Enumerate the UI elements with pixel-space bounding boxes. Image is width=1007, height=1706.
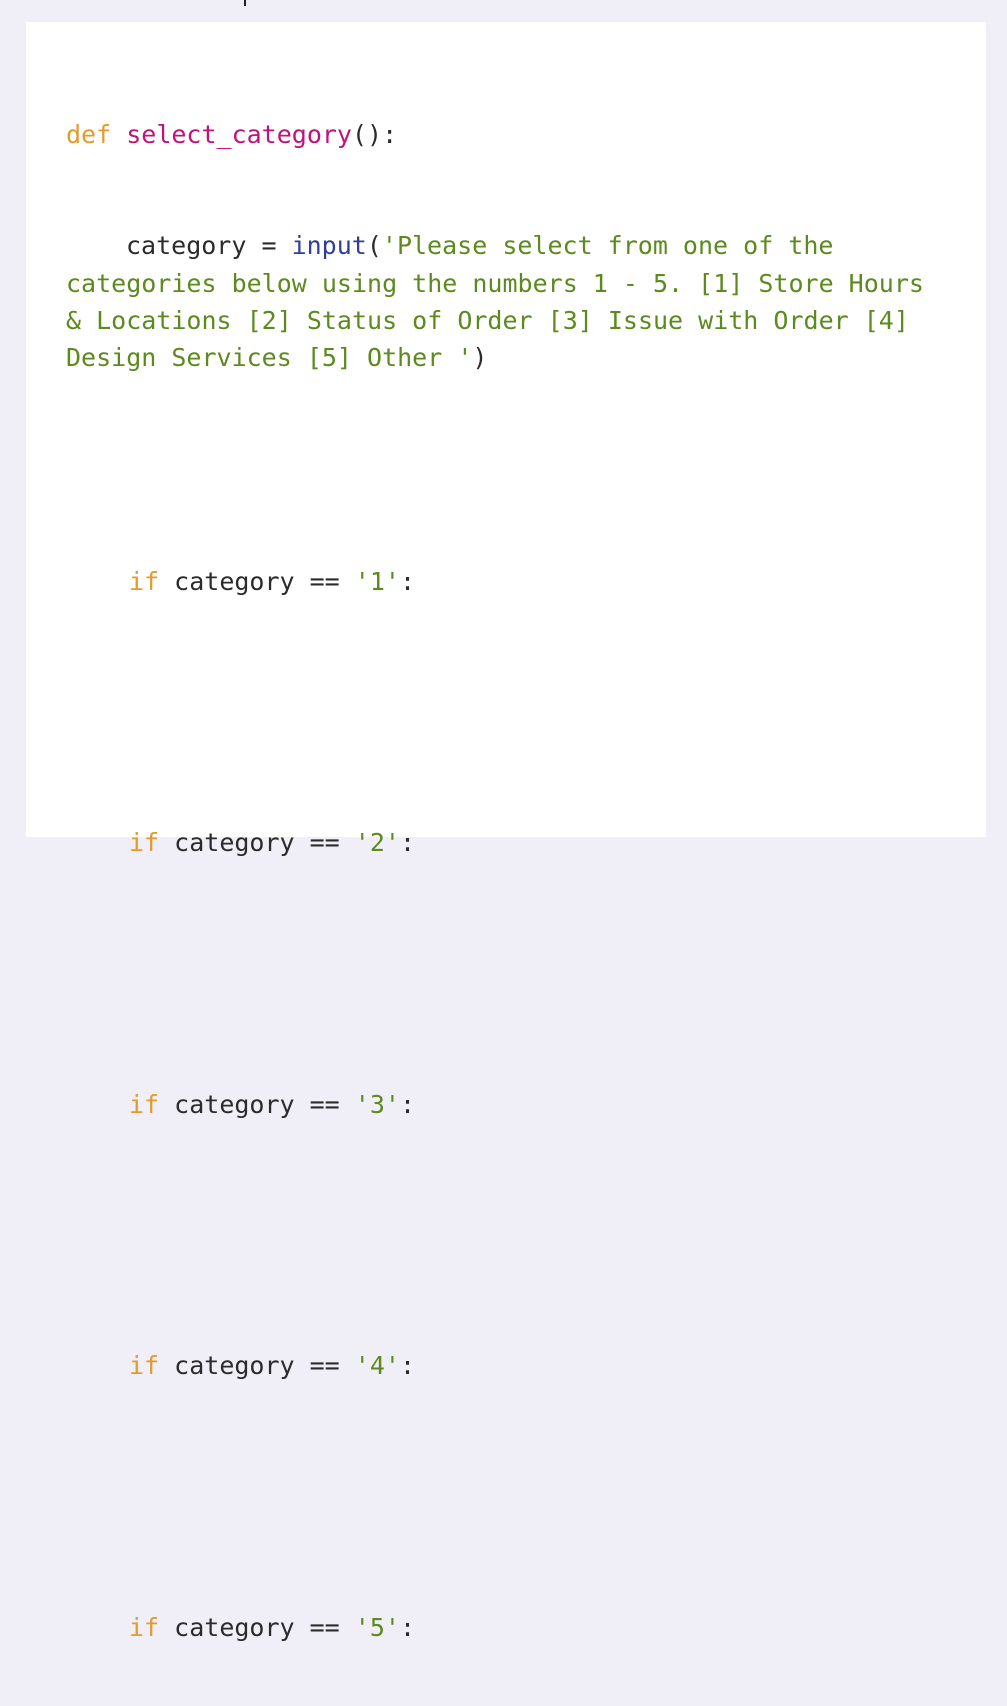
- if-colon: :: [399, 1612, 415, 1642]
- paren-open: (: [366, 231, 382, 261]
- if-condition: category ==: [159, 1351, 355, 1381]
- if-colon: :: [399, 1351, 415, 1381]
- paren-close: ): [472, 343, 488, 373]
- if-keyword: if: [129, 1612, 160, 1642]
- code-line-def: def select_category():: [66, 116, 946, 153]
- if-condition: category ==: [159, 1089, 355, 1119]
- if-keyword: if: [129, 566, 160, 596]
- def-keyword: def: [66, 119, 112, 149]
- if-keyword: if: [129, 1351, 160, 1381]
- blank-lines: [66, 1459, 946, 1534]
- blank-lines: [66, 936, 946, 1011]
- input-function: input: [291, 231, 367, 261]
- if-condition: category ==: [159, 1612, 355, 1642]
- code-line-if-4: if category == '4':: [66, 1347, 946, 1384]
- blank-lines: [66, 675, 946, 750]
- code-block: def select_category(): category = input(…: [26, 22, 986, 1642]
- if-condition: category ==: [159, 566, 355, 596]
- if-colon: :: [399, 1089, 415, 1119]
- if-value: '5': [354, 1612, 400, 1642]
- code-line-if-2: if category == '2':: [66, 824, 946, 861]
- blank-lines: [66, 1198, 946, 1273]
- scroll-edge-mark: [244, 0, 246, 6]
- if-value: '4': [354, 1351, 400, 1381]
- code-line-assign: category = input('Please select from one…: [66, 227, 946, 376]
- code-line-if-1: if category == '1':: [66, 563, 946, 600]
- if-value: '1': [354, 566, 400, 596]
- if-colon: :: [399, 566, 415, 596]
- if-value: '3': [354, 1089, 400, 1119]
- code-line-if-5: if category == '5':: [66, 1609, 946, 1646]
- function-name: select_category: [126, 119, 352, 149]
- function-signature-tail: ():: [352, 119, 398, 149]
- code-text: def select_category(): category = input(…: [66, 41, 946, 1706]
- assign-operator: =: [246, 231, 292, 261]
- assign-variable: category: [126, 231, 247, 261]
- code-line-if-3: if category == '3':: [66, 1086, 946, 1123]
- if-keyword: if: [129, 1089, 160, 1119]
